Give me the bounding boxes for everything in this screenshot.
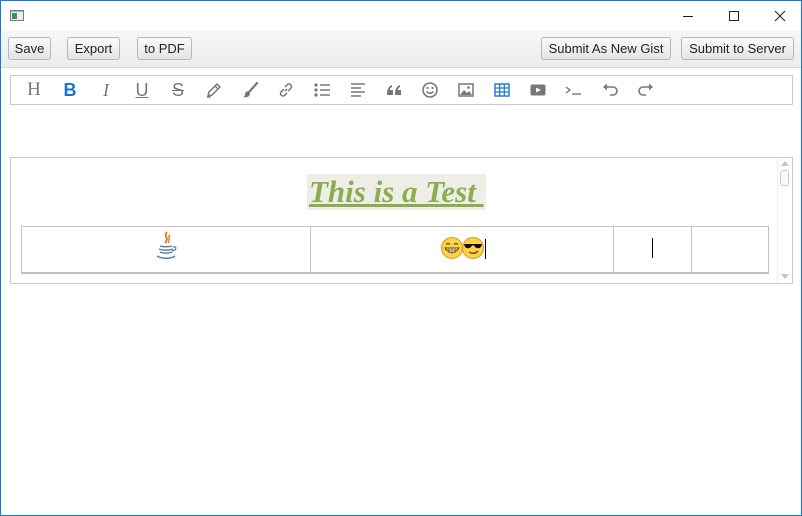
brush-icon xyxy=(243,81,259,98)
table-cell[interactable] xyxy=(613,226,692,274)
video-icon xyxy=(530,84,546,96)
underline-icon: U xyxy=(135,80,149,100)
redo-button[interactable] xyxy=(634,79,658,101)
table-row xyxy=(21,226,769,274)
heading-button[interactable]: H xyxy=(22,79,46,101)
underline-button[interactable]: U xyxy=(130,79,154,101)
app-window: Save Export to PDF Submit As New Gist Su… xyxy=(0,0,802,516)
code-icon xyxy=(565,86,581,95)
table-button[interactable] xyxy=(490,79,514,101)
table-cell[interactable] xyxy=(691,226,769,274)
heading-icon: H xyxy=(27,79,41,100)
save-button[interactable]: Save xyxy=(8,37,51,60)
brush-button[interactable] xyxy=(238,79,262,101)
java-logo-icon xyxy=(156,231,177,259)
bold-button[interactable]: B xyxy=(58,79,82,101)
table-cell[interactable] xyxy=(21,226,311,274)
strikethrough-button[interactable]: S xyxy=(166,79,190,101)
undo-icon xyxy=(603,83,618,96)
image-button[interactable] xyxy=(454,79,478,101)
italic-button[interactable]: I xyxy=(94,79,118,101)
emoji-icon xyxy=(422,82,438,98)
format-toolbar: H B I U S xyxy=(10,75,793,105)
video-button[interactable] xyxy=(526,79,550,101)
sunglasses-emoji-icon xyxy=(462,237,484,259)
undo-button[interactable] xyxy=(598,79,622,101)
image-icon xyxy=(458,83,474,97)
quote-icon xyxy=(387,85,401,95)
align-left-icon xyxy=(351,83,365,97)
scroll-down-icon[interactable] xyxy=(781,274,789,279)
code-button[interactable] xyxy=(562,79,586,101)
pencil-icon xyxy=(206,82,222,98)
document-title[interactable]: This is a Test xyxy=(307,174,486,210)
text-cursor xyxy=(652,238,653,258)
align-button[interactable] xyxy=(346,79,370,101)
document-table xyxy=(21,226,769,274)
submit-server-button[interactable]: Submit to Server xyxy=(681,37,794,60)
scroll-thumb[interactable] xyxy=(780,170,789,186)
minimize-button[interactable] xyxy=(665,1,711,31)
table-icon xyxy=(494,83,510,97)
to-pdf-button[interactable]: to PDF xyxy=(137,37,192,60)
scroll-up-icon[interactable] xyxy=(781,161,789,166)
main-toolbar: Save Export to PDF Submit As New Gist Su… xyxy=(1,31,801,68)
maximize-icon xyxy=(729,11,739,21)
link-icon xyxy=(279,83,293,97)
quote-button[interactable] xyxy=(382,79,406,101)
app-icon xyxy=(10,10,24,21)
highlight-button[interactable] xyxy=(202,79,226,101)
link-button[interactable] xyxy=(274,79,298,101)
list-button[interactable] xyxy=(310,79,334,101)
bold-icon: B xyxy=(63,80,77,100)
editor-content[interactable]: This is a Test xyxy=(10,157,793,284)
emoji-button[interactable] xyxy=(418,79,442,101)
strikethrough-icon: S xyxy=(171,80,184,100)
italic-icon: I xyxy=(103,80,109,100)
submit-gist-button[interactable]: Submit As New Gist xyxy=(541,37,671,60)
redo-icon xyxy=(638,83,653,96)
title-bar xyxy=(1,1,801,31)
text-cursor xyxy=(485,239,486,259)
close-button[interactable] xyxy=(757,1,801,31)
minimize-icon xyxy=(683,16,693,17)
export-button[interactable]: Export xyxy=(67,37,120,60)
close-icon xyxy=(774,10,786,22)
maximize-button[interactable] xyxy=(711,1,757,31)
table-cell[interactable] xyxy=(310,226,614,274)
vertical-scrollbar[interactable] xyxy=(777,158,792,283)
list-icon xyxy=(314,83,330,97)
